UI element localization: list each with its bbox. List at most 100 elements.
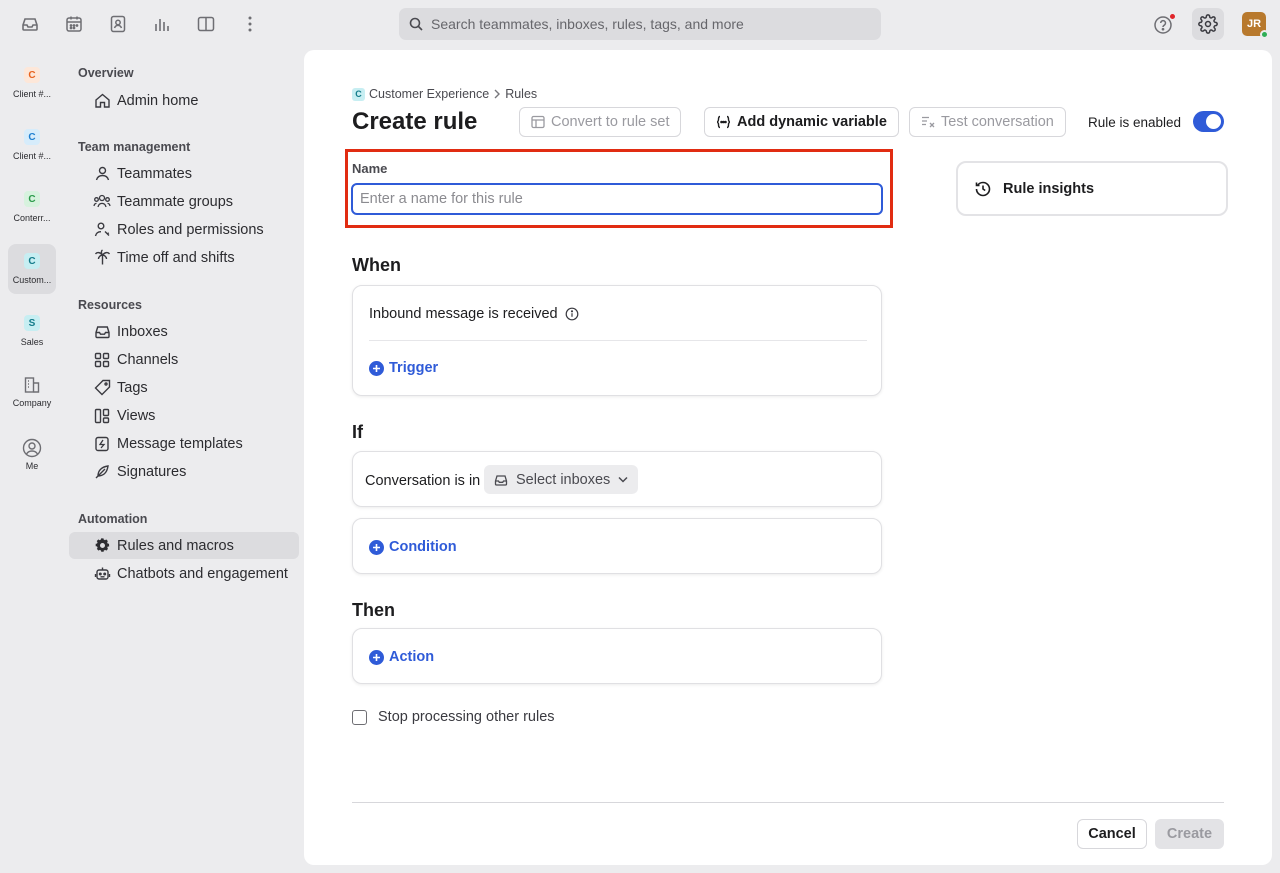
conversation-is-in-label: Conversation is in xyxy=(365,473,481,489)
nav-item-teammates[interactable]: Teammates xyxy=(69,160,299,187)
global-search[interactable] xyxy=(399,8,881,40)
workspace-company[interactable]: Company xyxy=(8,368,56,418)
action-card: Action xyxy=(352,628,882,684)
stop-processing-row[interactable]: Stop processing other rules xyxy=(352,709,555,725)
lightning-doc-icon xyxy=(93,435,111,453)
nav-item-label: Channels xyxy=(117,351,179,368)
settings-button[interactable] xyxy=(1192,8,1224,40)
nav-item-admin-home[interactable]: Admin home xyxy=(69,87,299,114)
views-icon xyxy=(93,407,111,425)
workspace-label: Conterr... xyxy=(13,213,51,223)
workspace-badge: S xyxy=(24,315,40,331)
online-status-dot xyxy=(1260,30,1269,39)
chevron-down-icon xyxy=(618,476,628,483)
rule-enabled-toggle[interactable] xyxy=(1193,111,1224,132)
add-action-button[interactable]: Action xyxy=(369,649,434,665)
button-label: Test conversation xyxy=(941,114,1054,130)
user-icon xyxy=(93,165,111,183)
add-trigger-button[interactable]: Trigger xyxy=(369,360,438,376)
robot-icon xyxy=(93,565,111,583)
plus-icon xyxy=(369,649,384,665)
inbox-icon xyxy=(494,473,508,487)
workspace-label: Custom... xyxy=(12,275,52,285)
footer-divider xyxy=(352,802,1224,803)
nav-item-message-templates[interactable]: Message templates xyxy=(69,430,299,457)
nav-heading-team: Team management xyxy=(78,140,191,154)
workspace-label: Client #... xyxy=(12,89,52,99)
nav-item-channels[interactable]: Channels xyxy=(69,346,299,373)
workspace-badge: C xyxy=(24,129,40,145)
nav-item-teammate-groups[interactable]: Teammate groups xyxy=(69,188,299,215)
workspace-client-1[interactable]: C Client #... xyxy=(8,58,56,108)
info-icon[interactable] xyxy=(565,307,579,321)
search-icon xyxy=(409,17,423,31)
split-view-icon[interactable] xyxy=(194,12,218,36)
add-trigger-label: Trigger xyxy=(389,360,439,376)
avatar[interactable]: JR xyxy=(1242,12,1269,39)
workspace-label: Company xyxy=(12,398,52,408)
nav-item-label: Admin home xyxy=(117,92,199,109)
create-button[interactable]: Create xyxy=(1155,819,1224,849)
nav-item-roles-permissions[interactable]: Roles and permissions xyxy=(69,216,299,243)
add-condition-button[interactable]: Condition xyxy=(369,539,457,555)
workspace-sales[interactable]: S Sales xyxy=(8,306,56,356)
workspace-badge: C xyxy=(24,191,40,207)
breadcrumb-rules[interactable]: Rules xyxy=(505,87,537,101)
tag-icon xyxy=(93,379,111,397)
workspace-client-2[interactable]: C Client #... xyxy=(8,120,56,170)
chevron-right-icon xyxy=(493,89,501,99)
select-inboxes-label: Select inboxes xyxy=(516,471,611,488)
nav-item-label: Time off and shifts xyxy=(117,249,235,266)
nav-item-label: Chatbots and engagement xyxy=(117,565,288,582)
trigger-text: Inbound message is received xyxy=(369,306,558,322)
search-input[interactable] xyxy=(431,16,861,32)
workspace-customer[interactable]: C Custom... xyxy=(8,244,56,294)
nav-item-label: Message templates xyxy=(117,435,243,452)
nav-item-label: Roles and permissions xyxy=(117,221,264,238)
rule-insights-button[interactable]: Rule insights xyxy=(956,161,1228,216)
workspace-me[interactable]: Me xyxy=(8,430,56,480)
nav-item-label: Signatures xyxy=(117,463,187,480)
contacts-icon[interactable] xyxy=(106,12,130,36)
nav-heading-resources: Resources xyxy=(78,298,142,312)
when-card: Inbound message is received Trigger xyxy=(352,285,882,396)
breadcrumb-workspace[interactable]: Customer Experience xyxy=(369,87,489,101)
nav-item-inboxes[interactable]: Inboxes xyxy=(69,318,299,345)
nav-item-views[interactable]: Views xyxy=(69,402,299,429)
stop-processing-checkbox[interactable] xyxy=(352,709,367,725)
convert-to-rule-set-button[interactable]: Convert to rule set xyxy=(519,107,682,137)
rule-name-input[interactable] xyxy=(351,183,883,215)
nav-item-tags[interactable]: Tags xyxy=(69,374,299,401)
divider xyxy=(369,340,867,341)
user-key-icon xyxy=(93,221,111,239)
plus-icon xyxy=(369,539,384,555)
workspace-conterr[interactable]: C Conterr... xyxy=(8,182,56,232)
nav-item-rules-macros[interactable]: Rules and macros xyxy=(69,532,299,559)
calendar-icon[interactable] xyxy=(62,12,86,36)
workspace-badge: C xyxy=(24,67,40,83)
nav-item-label: Teammate groups xyxy=(117,193,234,210)
nav-item-label: Views xyxy=(117,407,156,424)
nav-item-chatbots[interactable]: Chatbots and engagement xyxy=(69,560,299,587)
add-action-label: Action xyxy=(389,649,435,665)
test-conversation-button[interactable]: Test conversation xyxy=(909,107,1066,137)
nav-heading-overview: Overview xyxy=(78,66,134,80)
trigger-row[interactable]: Inbound message is received xyxy=(369,306,579,322)
rule-enabled-label: Rule is enabled xyxy=(1088,115,1182,130)
more-icon[interactable] xyxy=(238,12,262,36)
nav-item-signatures[interactable]: Signatures xyxy=(69,458,299,485)
button-label: Convert to rule set xyxy=(551,114,670,130)
help-button[interactable] xyxy=(1152,13,1176,37)
analytics-icon[interactable] xyxy=(150,12,174,36)
insights-label: Rule insights xyxy=(1003,180,1095,197)
breadcrumb: C Customer Experience Rules xyxy=(352,87,537,101)
feather-icon xyxy=(93,463,111,481)
cancel-button[interactable]: Cancel xyxy=(1077,819,1147,849)
stop-processing-label: Stop processing other rules xyxy=(378,709,555,725)
inbox-icon[interactable] xyxy=(18,12,42,36)
nav-item-time-off[interactable]: Time off and shifts xyxy=(69,244,299,271)
select-inboxes-dropdown[interactable]: Select inboxes xyxy=(484,465,639,494)
workspace-badge: C xyxy=(24,253,40,269)
add-dynamic-variable-button[interactable]: Add dynamic variable xyxy=(704,107,899,137)
variable-icon xyxy=(716,115,731,129)
